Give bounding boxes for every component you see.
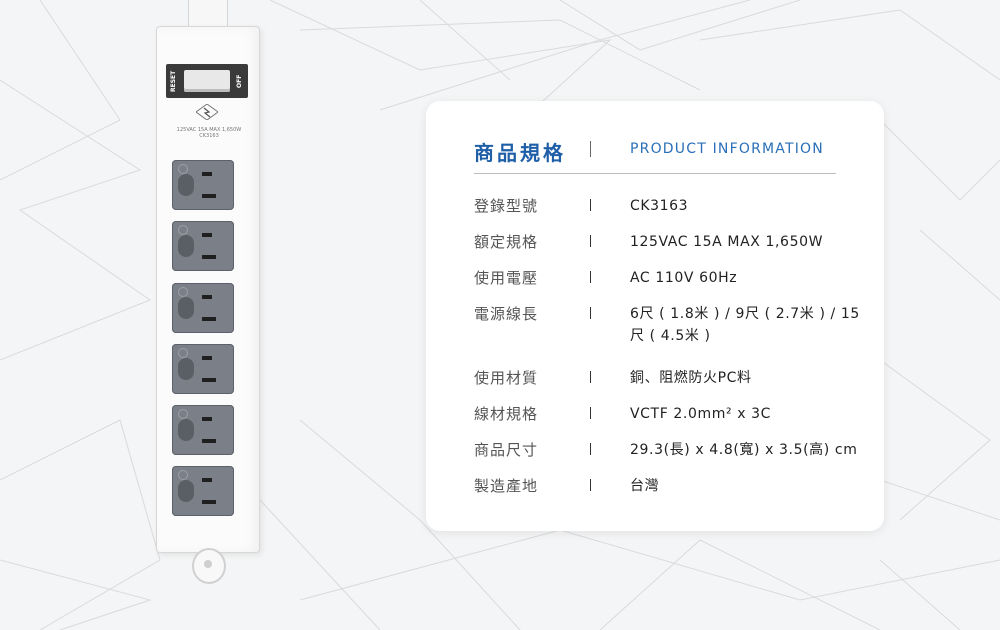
spec-divider [590,443,591,455]
hanging-hook [192,548,226,584]
card-header: 商品規格 PRODUCT INFORMATION [474,137,836,174]
spec-divider [590,235,591,247]
spec-value: AC 110V 60Hz [630,270,738,286]
strip-spec-print: 125VAC 15A MAX 1,650W CK3163 [168,127,250,139]
spec-label: 電源線長 [474,305,539,323]
header-divider [590,141,591,157]
spec-label: 製造產地 [474,477,539,495]
brand-logo-icon [196,104,218,120]
outlet-2 [172,221,234,271]
spec-label: 線材規格 [474,405,539,423]
spec-label: 商品尺寸 [474,441,539,459]
spec-value: 台灣 [630,478,660,494]
spec-label: 使用電壓 [474,269,539,287]
spec-divider [590,271,591,283]
switch-rocker [184,70,230,92]
outlet-1 [172,160,234,210]
switch-reset-label: RESET [170,70,177,92]
card-title-zh: 商品規格 [474,141,566,165]
spec-divider [590,407,591,419]
spec-value: 125VAC 15A MAX 1,650W [630,234,824,250]
spec-value: 6尺 ( 1.8米 ) / 9尺 ( 2.7米 ) / 15尺 ( 4.5米 ) [630,306,860,344]
spec-print-model: CK3163 [199,133,219,139]
spec-value: VCTF 2.0mm² x 3C [630,406,772,422]
outlet-3 [172,283,234,333]
spec-label: 額定規格 [474,233,539,251]
outlet-4 [172,344,234,394]
spec-divider [590,199,591,211]
spec-divider [590,307,591,319]
outlet-6 [172,466,234,516]
spec-divider [590,371,591,383]
product-info-card: 商品規格 PRODUCT INFORMATION 登錄型號 CK3163 額定規… [426,101,884,531]
spec-label: 登錄型號 [474,197,539,215]
power-switch: RESET OFF [166,64,248,98]
spec-label: 使用材質 [474,369,539,387]
card-title-en: PRODUCT INFORMATION [630,141,824,157]
spec-value: 銅、阻燃防火PC料 [630,370,752,386]
outlet-5 [172,405,234,455]
spec-value: 29.3(長) x 4.8(寬) x 3.5(高) cm [630,442,858,458]
power-strip-image: RESET OFF 125VAC 15A MAX 1,650W CK3163 [150,0,265,600]
switch-off-label: OFF [236,74,243,88]
spec-divider [590,479,591,491]
spec-value: CK3163 [630,198,689,214]
